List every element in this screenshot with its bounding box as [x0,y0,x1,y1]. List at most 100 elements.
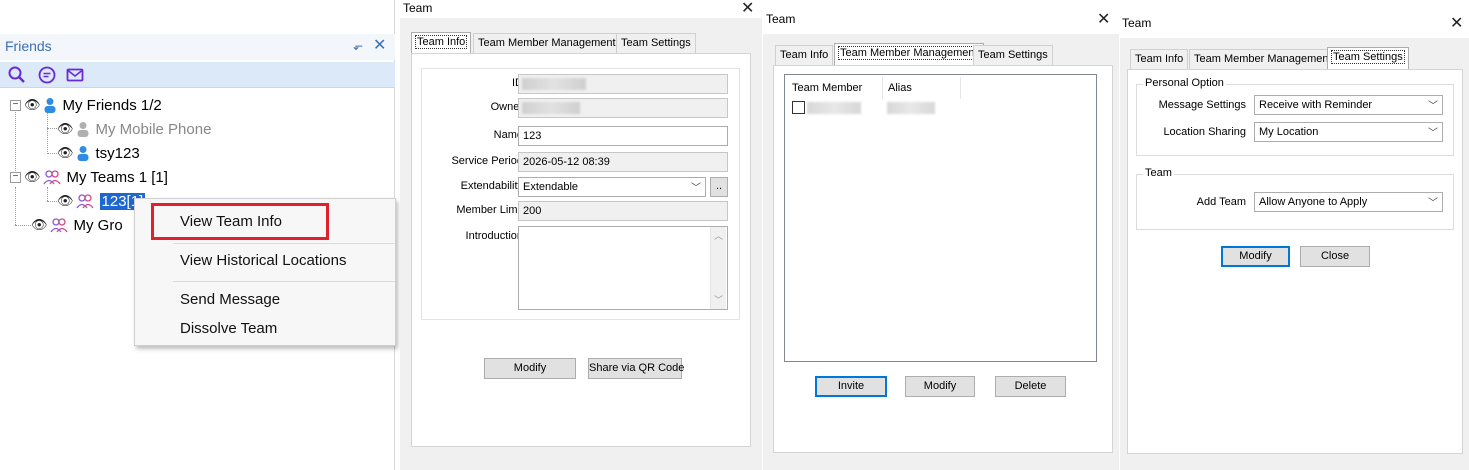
tree-label: My Friends 1/2 [62,96,162,114]
menu-separator [173,243,395,244]
person-icon [77,146,89,161]
pin-icon[interactable]: ⬐ [353,39,363,53]
tab-member-management[interactable]: Team Member Management [834,43,984,65]
team-group-title: Team [1143,167,1174,179]
tab-team-info[interactable]: Team Info [411,32,472,54]
person-icon [44,98,56,113]
tree-node-tsy123[interactable]: 👁 tsy123 [57,142,140,164]
menu-item-view-historical-locations[interactable]: View Historical Locations [180,252,346,269]
title-bar: Team ✕ [400,0,762,18]
scroll-up-icon[interactable]: ︿ [714,229,723,242]
team-icon [75,194,94,209]
introduction-textarea[interactable] [518,226,728,310]
introduction-label: Introduction [465,230,523,242]
tab-team-info[interactable]: Team Info [775,45,834,65]
menu-item-send-message[interactable]: Send Message [180,291,280,308]
collapse-icon[interactable]: − [10,99,21,111]
chat-icon[interactable] [37,65,57,85]
extendability-select[interactable]: Extendable ﹀ [518,177,706,197]
personal-option-title: Personal Option [1143,77,1226,89]
eye-icon: 👁 [31,217,48,232]
tab-team-settings[interactable]: Team Settings [973,45,1053,65]
tab-member-management[interactable]: Team Member Management [473,33,621,53]
close-icon[interactable]: ✕ [741,0,754,18]
member-list[interactable]: Team Member Alias [784,74,1097,362]
member-checkbox[interactable] [792,101,805,114]
tab-team-settings[interactable]: Team Settings [616,33,696,53]
location-sharing-value: My Location [1259,126,1319,138]
menu-item-view-team-info[interactable]: View Team Info [180,213,282,230]
friends-panel: Friends ⬐ ✕ − 👁 My Friends 1/2 👁 My Mobi… [0,0,396,470]
invite-button[interactable]: Invite [815,376,887,397]
member-limit-field: 200 [518,201,728,221]
eye-icon: 👁 [57,121,74,136]
eye-icon: 👁 [57,145,74,160]
message-settings-value: Receive with Reminder [1259,99,1373,111]
close-icon[interactable]: ✕ [1097,9,1110,29]
chevron-down-icon: ﹀ [1428,198,1438,209]
member-management-dialog: Team ✕ Team Info Team Member Management … [763,0,1119,470]
friends-title: Friends [5,38,52,54]
tab-content: Personal Option Message Settings Receive… [1127,69,1463,454]
tree-node-my-teams[interactable]: − 👁 My Teams 1 [1] [10,166,168,188]
tree-label: My Gro [73,216,123,234]
tree-node-my-friends[interactable]: − 👁 My Friends 1/2 [10,94,162,116]
delete-button[interactable]: Delete [995,376,1066,397]
menu-item-dissolve-team[interactable]: Dissolve Team [180,320,277,337]
member-name-redacted [807,102,861,114]
column-divider [882,77,883,99]
tab-content: Team Member Alias Invite Modify Delete [773,65,1113,453]
tab-member-management[interactable]: Team Member Management [1189,49,1337,69]
column-divider [960,77,961,99]
friends-toolbar [0,62,395,88]
add-team-select[interactable]: Allow Anyone to Apply ﹀ [1254,192,1443,212]
chevron-down-icon: ﹀ [1428,101,1438,112]
extendability-more-button[interactable]: .. [710,177,728,197]
eye-icon: 👁 [57,193,74,208]
scroll-down-icon[interactable]: ﹀ [714,293,723,306]
eye-icon: 👁 [24,169,41,184]
tree-node-team-123[interactable]: 👁 123[1] [57,190,146,212]
introduction-scrollbar[interactable]: ︿ ﹀ [710,227,726,309]
member-alias-redacted [887,102,935,114]
share-qr-button[interactable]: Share via QR Code [588,358,684,379]
tree-label: My Mobile Phone [95,120,212,138]
message-settings-label: Message Settings [1158,99,1246,111]
window-title: Team [403,1,433,15]
message-settings-select[interactable]: Receive with Reminder ﹀ [1254,95,1443,115]
team-icon [49,218,68,233]
extendability-value: Extendable [523,181,579,193]
tab-team-info[interactable]: Team Info [1130,49,1189,69]
eye-icon: 👁 [24,97,41,112]
modify-button[interactable]: Modify [484,358,576,379]
context-menu: View Team Info View Historical Locations… [134,198,396,346]
tab-team-settings[interactable]: Team Settings [1327,47,1409,69]
chevron-down-icon: ﹀ [1428,128,1438,139]
location-sharing-label: Location Sharing [1163,126,1246,138]
location-sharing-select[interactable]: My Location ﹀ [1254,122,1443,142]
column-header-alias[interactable]: Alias [888,82,912,94]
member-limit-label: Member Limit [456,204,523,216]
close-icon[interactable]: ✕ [373,35,386,55]
collapse-icon[interactable]: − [10,171,21,183]
close-icon[interactable]: ✕ [1450,13,1463,33]
add-team-label: Add Team [1196,196,1246,208]
window-title: Team [1122,16,1152,30]
window-title: Team [766,12,796,26]
title-bar: Team ✕ [1120,0,1469,38]
friends-header: Friends ⬐ ✕ [0,34,395,60]
tree-node-my-groups[interactable]: 👁 My Gro [31,214,123,236]
close-button[interactable]: Close [1300,246,1370,267]
tree-node-mobile-phone[interactable]: 👁 My Mobile Phone [57,118,211,140]
column-header-team-member[interactable]: Team Member [792,82,862,94]
search-icon[interactable] [7,65,27,85]
mail-icon[interactable] [65,65,85,85]
modify-button[interactable]: Modify [1221,246,1290,267]
team-info-dialog: Team ✕ Team Info Team Member Management … [400,0,762,470]
name-input[interactable]: 123 [518,126,728,146]
menu-separator [173,281,395,282]
service-period-label: Service Period [451,155,523,167]
modify-button[interactable]: Modify [905,376,975,397]
team-icon [42,170,61,185]
add-team-value: Allow Anyone to Apply [1259,196,1368,208]
